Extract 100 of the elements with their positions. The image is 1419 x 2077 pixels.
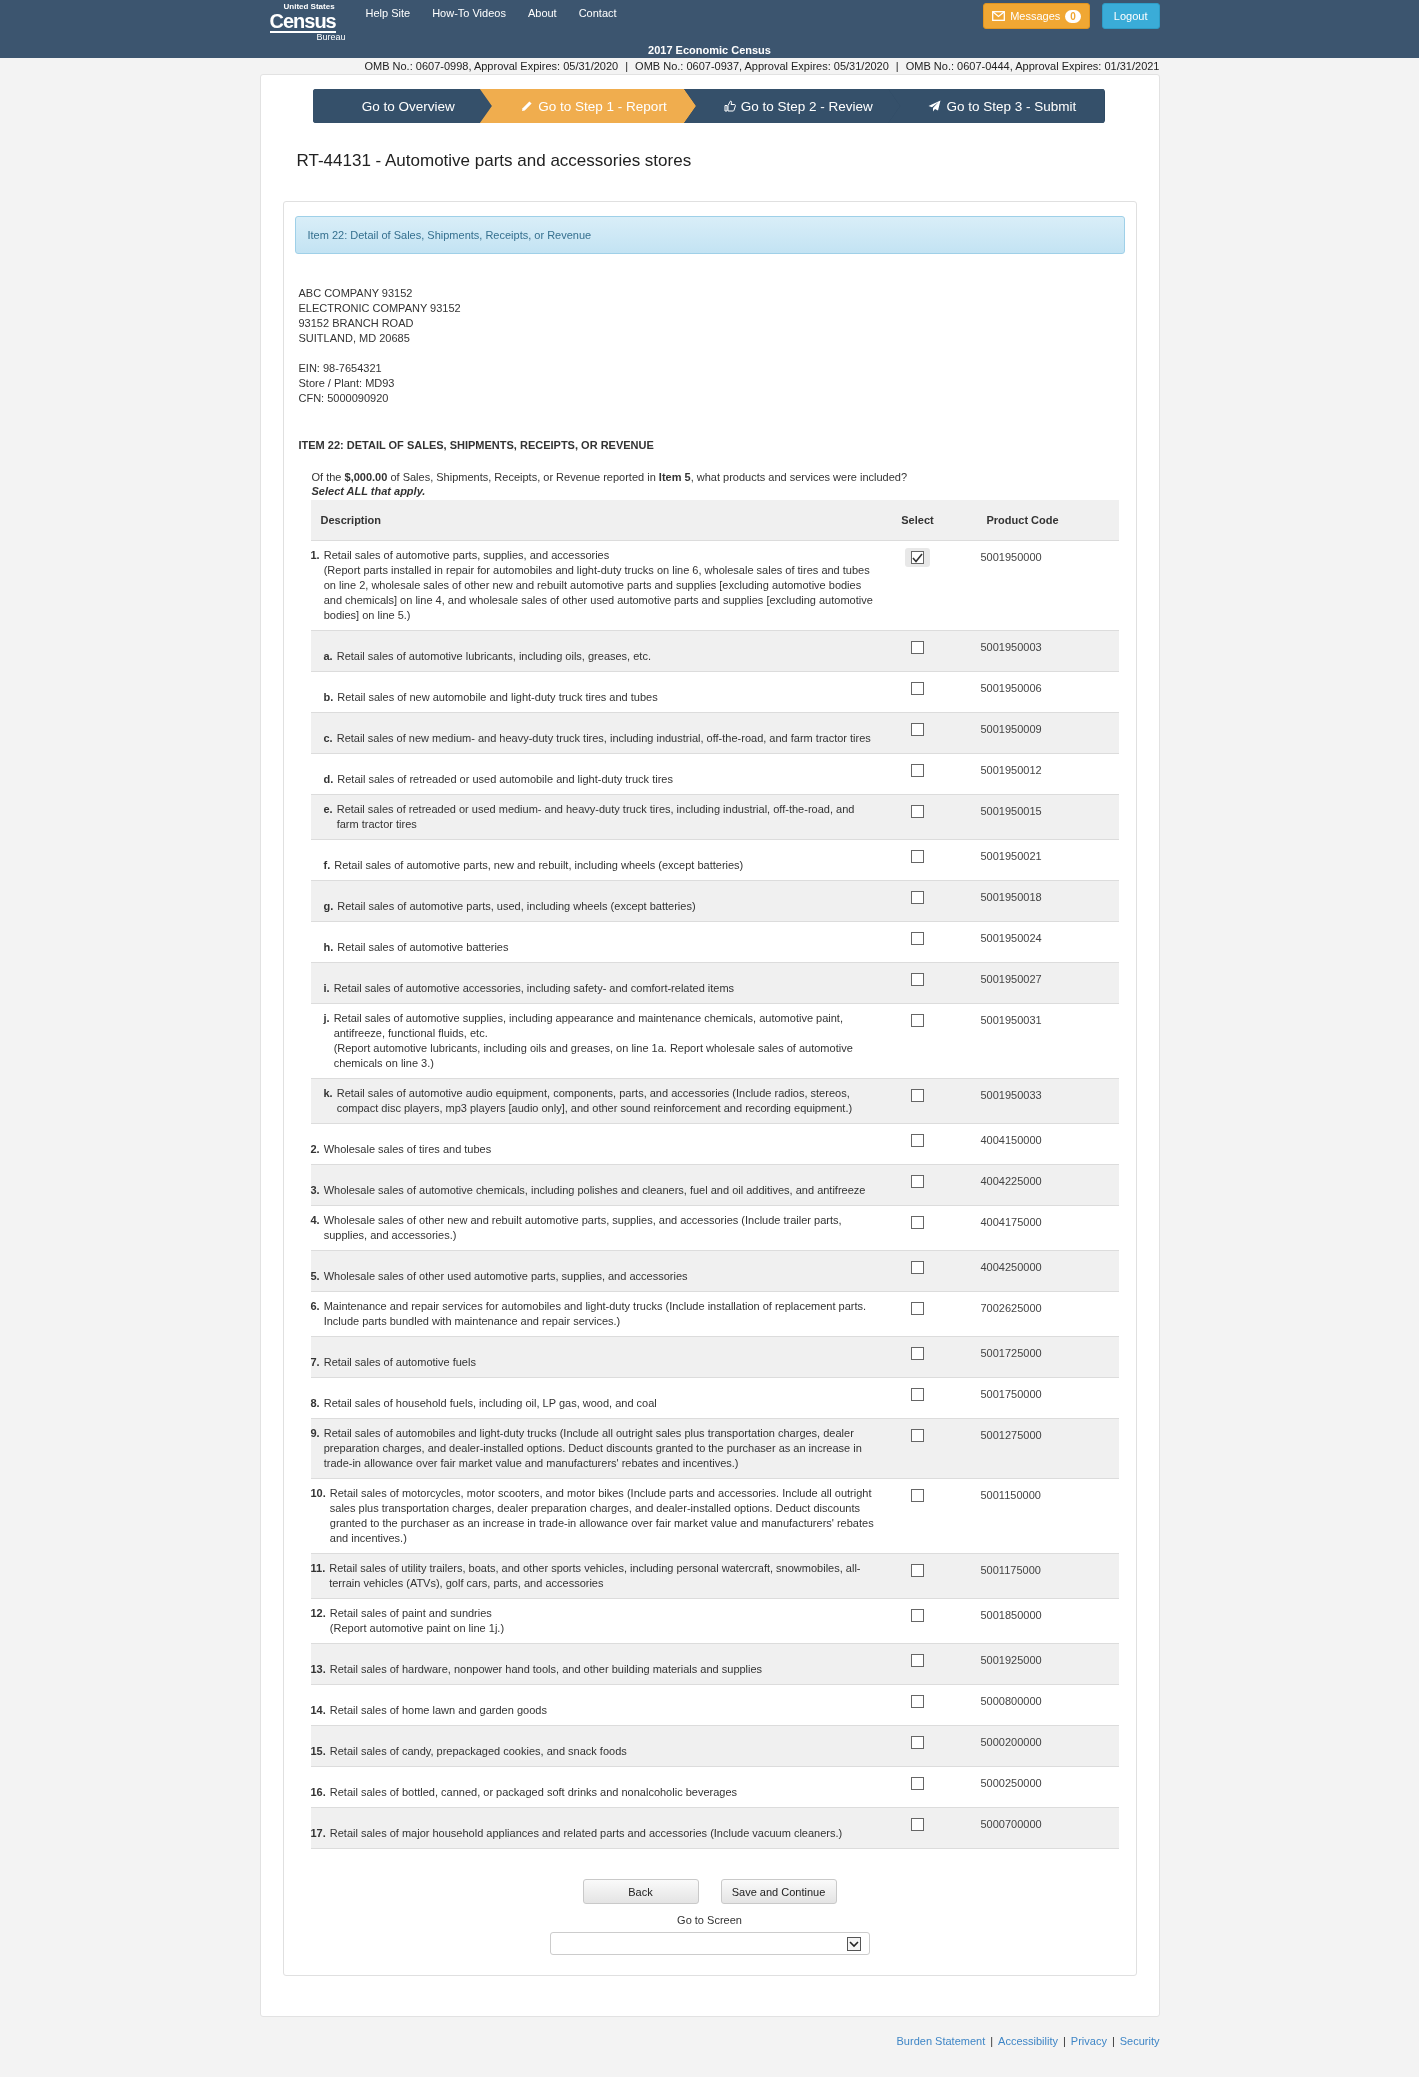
select-checkbox[interactable] (911, 1489, 924, 1502)
select-checkbox[interactable] (911, 1261, 924, 1274)
select-checkbox[interactable] (911, 1695, 924, 1708)
item-number: 16. (310, 1785, 326, 1800)
select-checkbox[interactable] (911, 1302, 924, 1315)
product-code: 5001950003 (979, 640, 1043, 653)
select-checkbox[interactable] (911, 1609, 924, 1622)
product-code: 5000800000 (979, 1694, 1043, 1707)
item-number: k. (323, 1086, 333, 1101)
product-code: 4004150000 (979, 1133, 1043, 1146)
item-number: i. (323, 981, 330, 996)
item-description: Maintenance and repair services for automobiles and light-duty trucks (Include installation of replacement parts. Include parts bundled with maintenance and repair services.) (323, 1299, 868, 1329)
footer-link[interactable]: Burden Statement (896, 2035, 986, 2047)
item-description: Retail sales of automotive batteries (337, 940, 510, 955)
product-code: 5001950033 (979, 1088, 1043, 1101)
item-description: Retail sales of motorcycles, motor scooters, and motor bikes (Include parts and accessories. Include all outright sales plus transportation charges, dealer preparation charges, and dealer-installed options. Deduct discounts granted to the purchaser as an increase in trade-in allowance over fair market value and manufacturers' rebates and incentives.) (329, 1486, 875, 1546)
item-description: Wholesale sales of automotive chemicals, including polishes and cleaners, fuel and oil additives, and antifreeze (323, 1183, 867, 1198)
product-code: 5001725000 (979, 1346, 1043, 1359)
item-description: Wholesale sales of tires and tubes (323, 1142, 493, 1157)
step-tab[interactable]: Go to Overview (312, 89, 492, 123)
select-checkbox[interactable] (911, 850, 924, 863)
nav-link[interactable]: About (527, 7, 557, 19)
envelope-icon (992, 11, 1006, 21)
item-note: (Report automotive lubricants, including oils and greases, on line 1a. Report wholesale sales of automotive chemicals on line 3.) (333, 1041, 854, 1071)
nav-link[interactable]: Help Site (365, 7, 411, 19)
item-number: a. (323, 649, 333, 664)
select-checkbox[interactable] (911, 1818, 924, 1831)
item-number: 5. (310, 1269, 320, 1284)
select-checkbox[interactable] (911, 973, 924, 986)
separator: | (990, 2035, 994, 2047)
column-header: Description (310, 500, 877, 541)
select-checkbox[interactable] (911, 1014, 924, 1027)
item-description: Retail sales of bottled, canned, or packaged soft drinks and nonalcoholic beverages (329, 1785, 739, 1800)
select-checkbox[interactable] (911, 641, 924, 654)
select-checkbox[interactable] (911, 1089, 924, 1102)
item-description: Retail sales of retreaded or used medium- and heavy-duty truck tires, including industrial, off-the-road, and farm tractor tires (336, 802, 856, 832)
select-checkbox[interactable] (911, 1347, 924, 1360)
select-checkbox[interactable] (911, 723, 924, 736)
item-description: Retail sales of new medium- and heavy-duty truck tires, including industrial, off-the-road, and farm tractor tires (336, 731, 872, 746)
item-number: 4. (310, 1213, 320, 1228)
select-checkbox[interactable] (911, 1216, 924, 1229)
select-checkbox[interactable] (911, 891, 924, 904)
select-checkbox[interactable] (911, 1429, 924, 1442)
page-title: RT-44131 - Automotive parts and accessories stores (296, 151, 693, 171)
select-checkbox[interactable] (911, 1654, 924, 1667)
select-checkbox[interactable] (911, 551, 924, 564)
item-note: (Report parts installed in repair for automobiles and light-duty trucks on line 6, wholesale sales of tires and tubes on line 2, wholesale sales of other new and rebuilt automotive parts and supplies [excluding automotive bodies and chemicals] on line 4, and wholesale sales of other used automotive parts and supplies [excluding automotive bodies] on line 5.) (323, 563, 874, 623)
item-description: Retail sales of retreaded or used automobile and light-duty truck tires (337, 772, 674, 787)
select-checkbox[interactable] (911, 1175, 924, 1188)
separator: | (1111, 2035, 1115, 2047)
omb-number: OMB No.: 0607-0937, Approval Expires: 05/31/2020 (635, 59, 889, 74)
separator: | (625, 59, 629, 74)
thumbs-up-icon (723, 100, 736, 112)
section-title: ITEM 22: DETAIL OF SALES, SHIPMENTS, RECEIPTS, OR REVENUE (298, 439, 655, 451)
product-code: 5001750000 (979, 1387, 1043, 1400)
product-code: 5001950000 (979, 550, 1043, 563)
item-description: Retail sales of utility trailers, boats, and other sports vehicles, including personal watercraft, snowmobiles, all-terrain vehicles (ATVs), golf cars, parts, and accessories (329, 1561, 862, 1591)
address-line: ELECTRONIC COMPANY 93152 (298, 301, 462, 316)
select-checkbox[interactable] (911, 932, 924, 945)
back-button[interactable]: Back (582, 1879, 699, 1904)
item-number: 10. (310, 1486, 326, 1501)
select-checkbox[interactable] (911, 805, 924, 818)
product-code: 5001950018 (979, 890, 1043, 903)
footer-link[interactable]: Security (1119, 2035, 1160, 2047)
select-checkbox[interactable] (911, 1777, 924, 1790)
select-checkbox[interactable] (911, 1388, 924, 1401)
item-note: (Report automotive paint on line 1j.) (329, 1621, 506, 1636)
item-description: Retail sales of automotive parts, used, including wheels (except batteries) (337, 899, 697, 914)
item-description: Retail sales of home lawn and garden goods (329, 1703, 548, 1718)
select-checkbox[interactable] (911, 1736, 924, 1749)
item-description: Retail sales of candy, prepackaged cookies, and snack foods (329, 1744, 628, 1759)
column-header: Select (876, 500, 959, 541)
item-number: j. (323, 1011, 330, 1026)
product-code: 5000700000 (979, 1817, 1043, 1830)
id-line: CFN: 5000090920 (298, 391, 390, 406)
footer-link[interactable]: Privacy (1070, 2035, 1107, 2047)
step-tab[interactable]: Go to Step 3 - Submit (888, 89, 1105, 123)
step-tab[interactable]: Go to Step 2 - Review (684, 89, 901, 123)
footer-link[interactable]: Accessibility (998, 2035, 1058, 2047)
census-logo[interactable]: United States Census Bureau (269, 3, 346, 42)
separator: | (1062, 2035, 1066, 2047)
nav-link[interactable]: How-To Videos (432, 7, 506, 19)
id-line: Store / Plant: MD93 (298, 376, 396, 391)
select-checkbox[interactable] (911, 1564, 924, 1577)
product-code: 5001950006 (979, 681, 1043, 694)
save-button[interactable]: Save and Continue (720, 1879, 837, 1904)
product-code: 5001150000 (979, 1488, 1042, 1501)
item-number: 12. (310, 1606, 326, 1621)
select-checkbox[interactable] (911, 1134, 924, 1147)
item-number: 1. (310, 548, 320, 563)
item-number: 6. (310, 1299, 320, 1314)
product-code: 5001275000 (979, 1428, 1043, 1441)
nav-link[interactable]: Contact (578, 7, 617, 19)
separator: | (895, 59, 899, 74)
product-code: 5001950012 (979, 763, 1043, 776)
item-number: e. (323, 802, 333, 817)
select-checkbox[interactable] (911, 682, 924, 695)
item-number: f. (323, 858, 331, 873)
product-code: 4004225000 (979, 1174, 1043, 1187)
select-checkbox[interactable] (911, 764, 924, 777)
